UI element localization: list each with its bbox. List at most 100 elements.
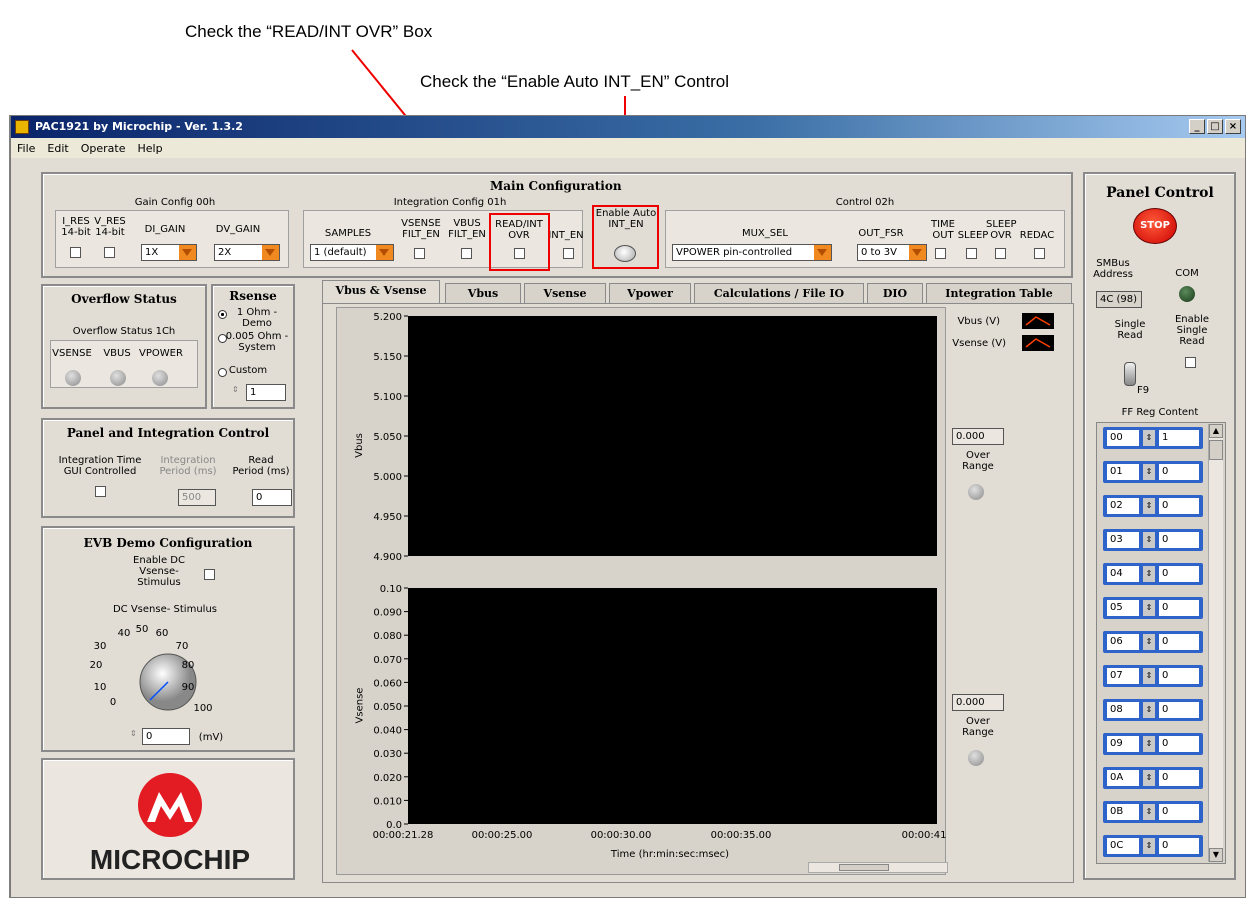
- register-row[interactable]: 01 ⇕ 0: [1103, 461, 1203, 483]
- v-res-checkbox[interactable]: [104, 247, 115, 258]
- rsense-custom-input[interactable]: 1: [246, 384, 286, 401]
- register-value[interactable]: 0: [1159, 464, 1199, 480]
- register-stepper-icon[interactable]: ⇕: [1143, 430, 1155, 446]
- register-stepper-icon[interactable]: ⇕: [1143, 736, 1155, 752]
- tab-dio[interactable]: DIO: [867, 283, 923, 304]
- register-stepper-icon[interactable]: ⇕: [1143, 838, 1155, 854]
- maximize-button[interactable]: □: [1207, 119, 1223, 134]
- register-value[interactable]: 0: [1159, 498, 1199, 514]
- integration-period-input[interactable]: 500: [178, 489, 216, 506]
- menu-operate[interactable]: Operate: [81, 142, 126, 155]
- register-scrollbar[interactable]: ▲ ▼: [1208, 424, 1223, 862]
- read-period-input[interactable]: 0: [252, 489, 292, 506]
- register-row[interactable]: 06 ⇕ 0: [1103, 631, 1203, 653]
- menu-edit[interactable]: Edit: [47, 142, 68, 155]
- register-address[interactable]: 00: [1107, 430, 1139, 446]
- menu-file[interactable]: File: [17, 142, 35, 155]
- highlight-auto-int-en: [592, 205, 659, 269]
- single-read-toggle[interactable]: [1124, 362, 1136, 386]
- tab-vbus-vsense[interactable]: Vbus & Vsense: [322, 280, 440, 304]
- register-stepper-icon[interactable]: ⇕: [1143, 498, 1155, 514]
- register-stepper-icon[interactable]: ⇕: [1143, 804, 1155, 820]
- enable-dc-checkbox[interactable]: [204, 569, 215, 580]
- register-value[interactable]: 0: [1159, 702, 1199, 718]
- close-button[interactable]: ×: [1225, 119, 1241, 134]
- register-value[interactable]: 0: [1159, 600, 1199, 616]
- mux-sel-dropdown[interactable]: VPOWER pin-controlled: [672, 244, 832, 261]
- register-value[interactable]: 0: [1159, 804, 1199, 820]
- tab-calculations-file-io[interactable]: Calculations / File IO: [694, 283, 864, 304]
- dc-stimulus-input[interactable]: 0: [142, 728, 190, 745]
- timeout-checkbox[interactable]: [935, 248, 946, 259]
- stop-button[interactable]: STOP: [1133, 208, 1177, 244]
- register-row[interactable]: 05 ⇕ 0: [1103, 597, 1203, 619]
- register-row[interactable]: 0C ⇕ 0: [1103, 835, 1203, 857]
- tab-vbus[interactable]: Vbus: [445, 283, 521, 304]
- register-value[interactable]: 0: [1159, 566, 1199, 582]
- vbus-filt-checkbox[interactable]: [461, 248, 472, 259]
- enable-single-read-checkbox[interactable]: [1185, 357, 1196, 368]
- di-gain-dropdown[interactable]: 1X: [141, 244, 197, 261]
- register-stepper-icon[interactable]: ⇕: [1143, 600, 1155, 616]
- register-value[interactable]: 0: [1159, 736, 1199, 752]
- register-stepper-icon[interactable]: ⇕: [1143, 702, 1155, 718]
- register-address[interactable]: 04: [1107, 566, 1139, 582]
- tab-vpower[interactable]: Vpower: [609, 283, 691, 304]
- register-address[interactable]: 05: [1107, 600, 1139, 616]
- rsense-stepper[interactable]: ⇕: [232, 385, 242, 401]
- sleep-checkbox[interactable]: [966, 248, 977, 259]
- register-row[interactable]: 0B ⇕ 0: [1103, 801, 1203, 823]
- i-res-checkbox[interactable]: [70, 247, 81, 258]
- register-row[interactable]: 02 ⇕ 0: [1103, 495, 1203, 517]
- redac-checkbox[interactable]: [1034, 248, 1045, 259]
- register-value[interactable]: 0: [1159, 532, 1199, 548]
- register-value[interactable]: 0: [1159, 770, 1199, 786]
- register-address[interactable]: 07: [1107, 668, 1139, 684]
- register-address[interactable]: 0B: [1107, 804, 1139, 820]
- vbus-y-tick-label: 5.200: [373, 312, 402, 323]
- register-row[interactable]: 07 ⇕ 0: [1103, 665, 1203, 687]
- register-row[interactable]: 0A ⇕ 0: [1103, 767, 1203, 789]
- int-en-checkbox[interactable]: [563, 248, 574, 259]
- out-fsr-dropdown[interactable]: 0 to 3V: [857, 244, 927, 261]
- vbus-over-range-label: Over Range: [962, 450, 994, 472]
- samples-dropdown[interactable]: 1 (default): [310, 244, 394, 261]
- register-value[interactable]: 0: [1159, 668, 1199, 684]
- register-stepper-icon[interactable]: ⇕: [1143, 634, 1155, 650]
- register-address[interactable]: 08: [1107, 702, 1139, 718]
- register-row[interactable]: 04 ⇕ 0: [1103, 563, 1203, 585]
- register-value[interactable]: 1: [1159, 430, 1199, 446]
- register-row[interactable]: 03 ⇕ 0: [1103, 529, 1203, 551]
- tab-vsense[interactable]: Vsense: [524, 283, 606, 304]
- register-value[interactable]: 0: [1159, 634, 1199, 650]
- register-stepper-icon[interactable]: ⇕: [1143, 566, 1155, 582]
- register-stepper-icon[interactable]: ⇕: [1143, 668, 1155, 684]
- register-address[interactable]: 0C: [1107, 838, 1139, 854]
- register-stepper-icon[interactable]: ⇕: [1143, 770, 1155, 786]
- register-address[interactable]: 06: [1107, 634, 1139, 650]
- register-address[interactable]: 02: [1107, 498, 1139, 514]
- register-row[interactable]: 00 ⇕ 1: [1103, 427, 1203, 449]
- rsense-radio-custom[interactable]: [218, 368, 227, 377]
- graph-scrollbar[interactable]: [808, 862, 948, 873]
- register-row[interactable]: 09 ⇕ 0: [1103, 733, 1203, 755]
- legend-vsense-swatch[interactable]: [1022, 335, 1054, 351]
- menu-help[interactable]: Help: [138, 142, 163, 155]
- dv-gain-dropdown[interactable]: 2X: [214, 244, 280, 261]
- register-stepper-icon[interactable]: ⇕: [1143, 464, 1155, 480]
- integration-time-checkbox[interactable]: [95, 486, 106, 497]
- register-address[interactable]: 0A: [1107, 770, 1139, 786]
- register-stepper-icon[interactable]: ⇕: [1143, 532, 1155, 548]
- vsense-axis-label: Vsense: [354, 687, 366, 724]
- sleep-ovr-checkbox[interactable]: [995, 248, 1006, 259]
- register-address[interactable]: 01: [1107, 464, 1139, 480]
- register-row[interactable]: 08 ⇕ 0: [1103, 699, 1203, 721]
- register-address[interactable]: 09: [1107, 736, 1139, 752]
- minimize-button[interactable]: _: [1189, 119, 1205, 134]
- register-address[interactable]: 03: [1107, 532, 1139, 548]
- vsense-filt-checkbox[interactable]: [414, 248, 425, 259]
- register-value[interactable]: 0: [1159, 838, 1199, 854]
- dc-stimulus-stepper[interactable]: ⇕: [130, 729, 140, 738]
- legend-vbus-swatch[interactable]: [1022, 313, 1054, 329]
- tab-integration-table[interactable]: Integration Table: [926, 283, 1072, 304]
